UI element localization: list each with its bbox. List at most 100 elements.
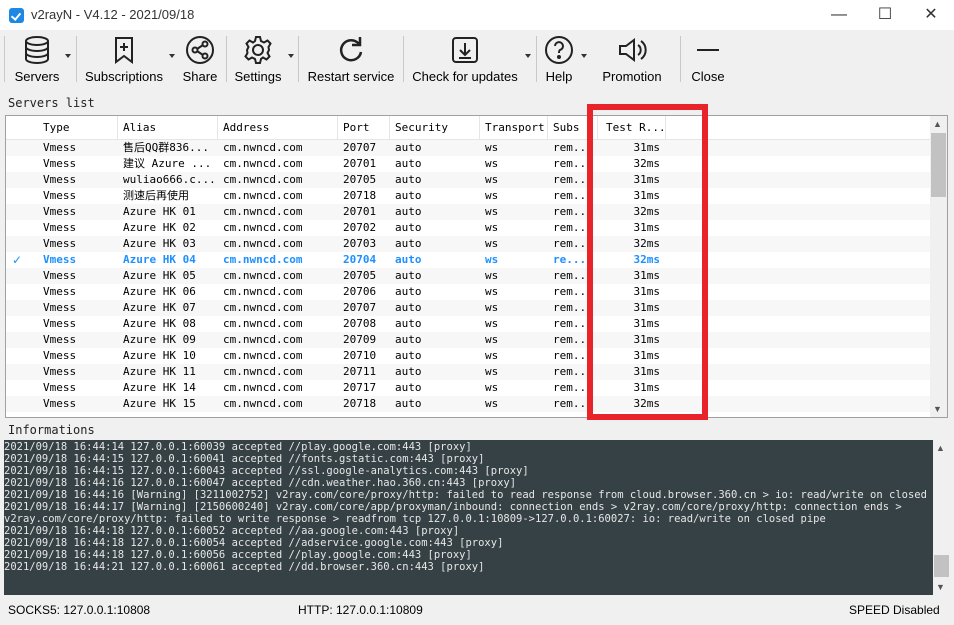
scroll-down-icon[interactable]: ▼ <box>933 404 942 414</box>
scroll-thumb[interactable] <box>931 133 946 197</box>
table-row[interactable]: Vmess Azure HK 01 cm.nwncd.com 20701 auto ws r… <box>6 204 936 220</box>
table-cell: auto <box>395 141 422 154</box>
table-row[interactable]: Vmess Azure HK 08 cm.nwncd.com 20708 auto ws r… <box>6 316 936 332</box>
table-row[interactable]: Vmess Azure HK 11 cm.nwncd.com 20711 auto ws r… <box>6 364 936 380</box>
log-scroll-down-icon[interactable]: ▼ <box>936 582 945 592</box>
table-cell: ws <box>485 381 499 394</box>
table-row[interactable]: Vmess Azure HK 07 cm.nwncd.com 20707 auto ws r… <box>6 300 936 316</box>
table-row[interactable]: Vmess Azure HK 06 cm.nwncd.com 20706 auto ws r… <box>6 284 936 300</box>
table-cell: auto <box>395 317 422 330</box>
table-row[interactable]: ✓ Vmess Azure HK 04 cm.nwncd.com 20704 auto ws… <box>6 252 936 268</box>
maximize-button[interactable]: ☐ <box>862 0 908 30</box>
table-cell: Vmess <box>43 253 77 266</box>
table-cell: 20702 <box>343 221 377 234</box>
minimize-button[interactable]: — <box>816 0 862 30</box>
table-row[interactable]: Vmess Azure HK 05 cm.nwncd.com 20705 auto ws r… <box>6 268 936 284</box>
table-row[interactable]: Vmess Azure HK 15 cm.nwncd.com 20718 auto ws r… <box>6 396 936 412</box>
servers-label: Servers <box>14 69 60 84</box>
servers-table[interactable]: Type Alias Address Port Security Transport Sub… <box>5 115 948 418</box>
table-cell: 20707 <box>343 301 377 314</box>
table-cell: 20707 <box>343 141 377 154</box>
table-cell: cm.nwncd.com <box>223 381 303 394</box>
log-scrollbar[interactable]: ▲ ▼ <box>933 440 950 595</box>
table-row[interactable]: Vmess wuliao666.c... cm.nwncd.com 20705 auto… <box>6 172 936 188</box>
table-cell: cm.nwncd.com <box>223 365 303 378</box>
table-cell: auto <box>395 397 422 410</box>
subscriptions-dropdown-arrow-icon[interactable] <box>169 54 175 58</box>
restart-service-button[interactable]: Restart service <box>304 34 398 86</box>
close-window-button[interactable]: ✕ <box>908 0 954 30</box>
table-row[interactable]: Vmess Azure HK 03 cm.nwncd.com 20703 auto ws r… <box>6 236 936 252</box>
table-cell: ws <box>485 189 499 202</box>
table-cell: cm.nwncd.com <box>223 253 303 266</box>
log-line: 2021/09/18 16:44:18 127.0.0.1:60054 acce… <box>4 537 504 549</box>
selected-check-icon: ✓ <box>12 253 23 267</box>
toolbar-separator <box>680 36 681 82</box>
log-line: 2021/09/18 16:44:21 127.0.0.1:60061 acce… <box>4 561 485 573</box>
subscriptions-button[interactable]: Subscriptions <box>82 34 166 86</box>
settings-button[interactable]: Settings <box>232 34 284 86</box>
log-line: 2021/09/18 16:44:16 [Warning] [321100275… <box>4 489 950 501</box>
column-header[interactable]: Transport <box>480 116 548 139</box>
table-cell: auto <box>395 205 422 218</box>
table-cell: cm.nwncd.com <box>223 189 303 202</box>
window-title: v2rayN - V4.12 - 2021/09/18 <box>31 7 195 22</box>
log-panel[interactable]: 2021/09/18 16:44:21 127.0.0.1:60061 acce… <box>4 440 950 595</box>
table-cell: Vmess <box>43 237 77 250</box>
table-cell: cm.nwncd.com <box>223 333 303 346</box>
table-cell: 20709 <box>343 333 377 346</box>
gear-icon <box>244 36 272 64</box>
column-header[interactable]: Address <box>218 116 338 139</box>
scroll-up-icon[interactable]: ▲ <box>933 119 942 129</box>
table-cell: cm.nwncd.com <box>223 285 303 298</box>
table-row[interactable]: Vmess Azure HK 10 cm.nwncd.com 20710 auto ws r… <box>6 348 936 364</box>
table-row[interactable]: Vmess Azure HK 14 cm.nwncd.com 20717 auto ws r… <box>6 380 936 396</box>
settings-dropdown-arrow-icon[interactable] <box>288 54 294 58</box>
table-cell: 售后QQ群836... <box>123 141 209 154</box>
help-button[interactable]: Help <box>540 34 578 86</box>
close-button[interactable]: Close <box>686 34 730 86</box>
share-label: Share <box>182 69 218 84</box>
table-cell: Vmess <box>43 189 77 202</box>
table-row[interactable]: Vmess Azure HK 09 cm.nwncd.com 20709 auto ws r… <box>6 332 936 348</box>
table-cell: cm.nwncd.com <box>223 205 303 218</box>
column-header[interactable]: Type <box>38 116 118 139</box>
table-cell: cm.nwncd.com <box>223 157 303 170</box>
log-scroll-thumb[interactable] <box>934 555 949 577</box>
table-cell: auto <box>395 365 422 378</box>
share-button[interactable]: Share <box>180 34 220 86</box>
updates-dropdown-arrow-icon[interactable] <box>525 54 531 58</box>
table-cell: ws <box>485 285 499 298</box>
servers-button[interactable]: Servers <box>10 34 64 86</box>
refresh-icon <box>339 37 363 62</box>
table-cell: auto <box>395 269 422 282</box>
log-line: 2021/09/18 16:44:18 127.0.0.1:60056 acce… <box>4 549 472 561</box>
table-cell: Vmess <box>43 397 77 410</box>
table-cell: wuliao666.c... <box>123 173 216 186</box>
table-cell: 测速后再使用 <box>123 189 189 202</box>
table-cell: Vmess <box>43 317 77 330</box>
table-cell: cm.nwncd.com <box>223 237 303 250</box>
servers-scrollbar[interactable]: ▲ ▼ <box>930 116 947 417</box>
table-cell: ws <box>485 237 499 250</box>
table-cell: 20718 <box>343 397 377 410</box>
table-row[interactable]: Vmess 建议 Azure ... cm.nwncd.com 20701 auto ws… <box>6 156 936 172</box>
table-row[interactable]: Vmess 测速后再使用 cm.nwncd.com 20718 auto ws rem...… <box>6 188 936 204</box>
help-dropdown-arrow-icon[interactable] <box>581 54 587 58</box>
table-header: Type Alias Address Port Security Transport Sub… <box>6 116 936 140</box>
column-header[interactable]: Port <box>338 116 390 139</box>
log-scroll-up-icon[interactable]: ▲ <box>936 443 945 453</box>
table-cell: 建议 Azure ... <box>123 157 212 170</box>
column-header[interactable]: Security <box>390 116 480 139</box>
table-cell: cm.nwncd.com <box>223 301 303 314</box>
table-cell: cm.nwncd.com <box>223 397 303 410</box>
table-cell: ws <box>485 173 499 186</box>
table-row[interactable]: Vmess 售后QQ群836... cm.nwncd.com 20707 auto ws r… <box>6 140 936 156</box>
column-header[interactable]: Alias <box>118 116 218 139</box>
table-cell: 20708 <box>343 317 377 330</box>
promotion-button[interactable]: Promotion <box>598 34 666 86</box>
table-row[interactable]: Vmess Azure HK 02 cm.nwncd.com 20702 auto ws r… <box>6 220 936 236</box>
table-cell: auto <box>395 381 422 394</box>
check-updates-button[interactable]: Check for updates <box>408 34 522 86</box>
servers-dropdown-arrow-icon[interactable] <box>65 54 71 58</box>
